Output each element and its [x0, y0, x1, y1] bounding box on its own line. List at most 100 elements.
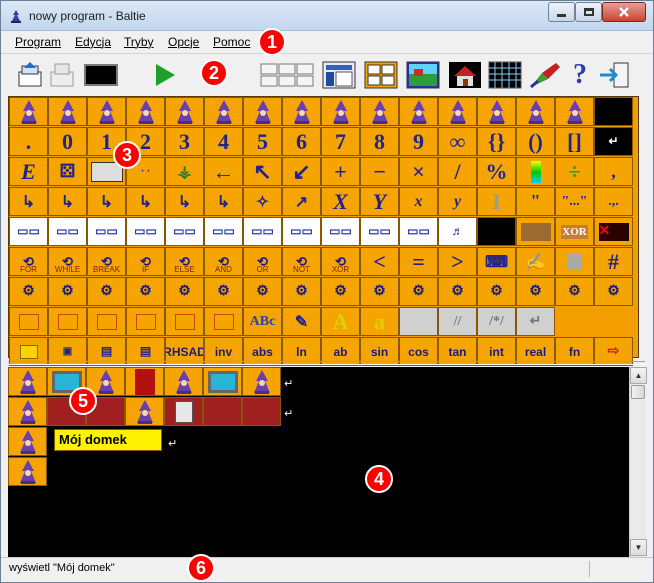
command-hand[interactable]: ✍	[516, 247, 555, 276]
menu-program[interactable]: Program	[15, 35, 61, 49]
command-x[interactable]: X	[321, 187, 360, 216]
command-op-4[interactable]: %	[477, 157, 516, 186]
scene-preview-button[interactable]	[83, 60, 119, 90]
command-media-5[interactable]: ▭▭	[204, 217, 243, 246]
command-abc[interactable]: ABc	[243, 307, 282, 336]
command-y-small[interactable]: y	[438, 187, 477, 216]
scene-bank-button[interactable]	[405, 60, 441, 90]
command-wizard-2[interactable]	[87, 97, 126, 126]
command-upleft-arrow[interactable]: ↖	[243, 157, 282, 186]
command-digit-9[interactable]: 8	[360, 127, 399, 156]
command-media-4[interactable]: ▭▭	[165, 217, 204, 246]
scroll-down-button[interactable]: ▼	[630, 539, 647, 556]
command-move-2[interactable]: ↳	[87, 187, 126, 216]
command-shape-1[interactable]	[48, 307, 87, 336]
command-less[interactable]: <	[360, 247, 399, 276]
command-wizard-14[interactable]	[555, 97, 594, 126]
menu-tryby[interactable]: Tryby	[124, 35, 154, 49]
close-button[interactable]	[602, 2, 646, 22]
command-media-1[interactable]: ▭▭	[48, 217, 87, 246]
command-comment-line[interactable]: //	[438, 307, 477, 336]
command-wizard-1[interactable]	[48, 97, 87, 126]
program-wizard-5[interactable]	[8, 397, 47, 426]
command-media-3[interactable]: ▭▭	[126, 217, 165, 246]
command-misc-6[interactable]: ⚙	[243, 277, 282, 306]
command-op-0[interactable]: +	[321, 157, 360, 186]
menu-edycja[interactable]: Edycja	[75, 35, 111, 49]
command-wizard-8[interactable]	[321, 97, 360, 126]
command-op-3[interactable]: /	[438, 157, 477, 186]
command-chars[interactable]: .,.	[594, 187, 633, 216]
command-random[interactable]: ⚄	[48, 157, 87, 186]
program-document[interactable]	[164, 397, 203, 426]
command-misc-11[interactable]: ⚙	[438, 277, 477, 306]
command-misc-9[interactable]: ⚙	[360, 277, 399, 306]
command-misc-0[interactable]: ⚙	[9, 277, 48, 306]
command-A-upper[interactable]: A	[321, 307, 360, 336]
program-wizard-8[interactable]	[8, 457, 47, 486]
command-media-6[interactable]: ▭▭	[243, 217, 282, 246]
command-comment-enter[interactable]: ↵	[516, 307, 555, 336]
command-x-box[interactable]: ✕	[594, 217, 633, 246]
program-editor[interactable]: Mój domek ↵ ↵ ↵	[8, 367, 629, 557]
command-xor-box[interactable]: XOR	[555, 217, 594, 246]
command-control-0[interactable]: ⟲ FOR	[9, 247, 48, 276]
save-program-button[interactable]	[47, 60, 77, 90]
command-wizard-3[interactable]	[126, 97, 165, 126]
command-media-2[interactable]: ▭▭	[87, 217, 126, 246]
command-digit-12[interactable]: {}	[477, 127, 516, 156]
command-a-lower[interactable]: a	[360, 307, 399, 336]
program-window-2[interactable]	[203, 367, 242, 396]
command-media-8[interactable]: ▭▭	[321, 217, 360, 246]
command-shape-2[interactable]	[87, 307, 126, 336]
command-wizard-13[interactable]	[516, 97, 555, 126]
open-program-button[interactable]	[15, 60, 45, 90]
command-shape-4[interactable]	[165, 307, 204, 336]
command-control-1[interactable]: ⟲ WHILE	[48, 247, 87, 276]
command-misc-15[interactable]: ⚙	[594, 277, 633, 306]
command-diag[interactable]: ↗	[282, 187, 321, 216]
command-misc-10[interactable]: ⚙	[399, 277, 438, 306]
command-move-1[interactable]: ↳	[48, 187, 87, 216]
command-control-8[interactable]: ⟲ XOR	[321, 247, 360, 276]
command-control-5[interactable]: ⟲ AND	[204, 247, 243, 276]
command-digit-4[interactable]: 3	[165, 127, 204, 156]
command-comment-block[interactable]: /*/	[477, 307, 516, 336]
command-misc-12[interactable]: ⚙	[477, 277, 516, 306]
grid-view-button[interactable]	[259, 60, 315, 90]
command-misc-13[interactable]: ⚙	[516, 277, 555, 306]
command-downleft-arrow[interactable]: ↙	[282, 157, 321, 186]
command-tree[interactable]: ⚶	[165, 157, 204, 186]
program-wizard-3[interactable]	[164, 367, 203, 396]
house-scene-button[interactable]	[447, 60, 483, 90]
item-bank-button[interactable]	[363, 60, 399, 90]
command-e[interactable]: E	[9, 157, 48, 186]
command-misc-3[interactable]: ⚙	[126, 277, 165, 306]
command-comma[interactable]: ,	[594, 157, 633, 186]
command-move-4[interactable]: ↳	[165, 187, 204, 216]
command-digit-10[interactable]: 9	[399, 127, 438, 156]
help-button[interactable]: ?	[567, 60, 593, 90]
command-wizard-7[interactable]	[282, 97, 321, 126]
command-digit-0[interactable]: .	[9, 127, 48, 156]
command-misc-7[interactable]: ⚙	[282, 277, 321, 306]
command-move-0[interactable]: ↳	[9, 187, 48, 216]
command-misc-5[interactable]: ⚙	[204, 277, 243, 306]
program-wizard-1[interactable]	[8, 367, 47, 396]
command-quote[interactable]: "	[516, 187, 555, 216]
command-cursor[interactable]: I	[477, 187, 516, 216]
command-wizard-5[interactable]	[204, 97, 243, 126]
command-greater[interactable]: >	[438, 247, 477, 276]
program-wizard-4[interactable]	[242, 367, 281, 396]
command-empty-black[interactable]	[594, 97, 633, 126]
command-move-3[interactable]: ↳	[126, 187, 165, 216]
command-digit-13[interactable]: ()	[516, 127, 555, 156]
command-control-4[interactable]: ⟲ ELSE	[165, 247, 204, 276]
command-control-6[interactable]: ⟲ OR	[243, 247, 282, 276]
command-wizard-9[interactable]	[360, 97, 399, 126]
menu-pomoc[interactable]: Pomoc	[213, 35, 250, 49]
command-shape-0[interactable]	[9, 307, 48, 336]
command-digit-11[interactable]: ∞	[438, 127, 477, 156]
command-enter[interactable]: ↵	[594, 127, 633, 156]
program-roof-4[interactable]	[242, 397, 281, 426]
